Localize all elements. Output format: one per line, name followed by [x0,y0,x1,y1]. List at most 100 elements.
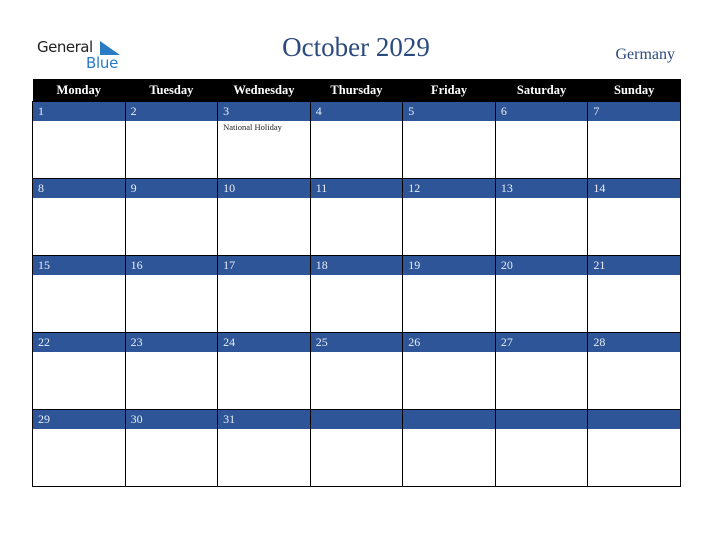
day-number [403,410,495,429]
day-cell[interactable]: 31 [217,409,311,487]
day-cell[interactable]: 13 [494,178,589,256]
day-cell[interactable]: 12 [402,178,496,256]
holiday-label [218,275,310,276]
holiday-label [588,121,680,122]
day-cell[interactable]: 18 [309,255,404,333]
day-number [588,410,680,429]
day-cell[interactable]: 2 [124,101,219,179]
day-number: 15 [33,256,125,275]
day-number: 6 [495,102,588,121]
weekday-header: Monday [32,79,126,102]
calendar-title: October 2029 [282,32,430,62]
holiday-label [311,198,403,199]
holiday-label [311,429,403,430]
day-cell[interactable]: 19 [402,255,496,333]
day-cell[interactable]: 11 [309,178,404,256]
day-cell[interactable]: 21 [587,255,681,333]
day-cell[interactable]: 22 [32,332,126,410]
holiday-label [588,198,680,199]
day-number: 19 [403,256,495,275]
day-cell[interactable]: 24 [217,332,311,410]
week-row: 22 23 24 25 26 27 28 [32,332,681,410]
day-cell[interactable]: 23 [124,332,219,410]
weekday-header: Thursday [310,79,403,102]
day-cell[interactable]: 20 [494,255,589,333]
day-cell[interactable]: 17 [217,255,311,333]
holiday-label [126,121,218,122]
day-number: 13 [495,179,588,198]
day-cell[interactable]: 7 [587,101,681,179]
holiday-label [218,352,310,353]
day-number: 18 [310,256,403,275]
holiday-label: National Holiday [223,122,282,132]
holiday-label [403,198,495,199]
weekday-header: Friday [402,79,496,102]
week-row: 15 16 17 18 19 20 21 [32,255,681,333]
week-row: 29 30 31 [32,409,681,487]
day-cell[interactable]: 15 [32,255,126,333]
day-cell[interactable]: 9 [124,178,219,256]
day-cell[interactable]: 30 [124,409,219,487]
day-number: 20 [495,256,588,275]
holiday-label [496,121,588,122]
holiday-label [33,121,125,122]
day-cell[interactable]: 25 [309,332,404,410]
holiday-label [218,429,310,430]
holiday-label [588,352,680,353]
day-number: 11 [310,179,403,198]
weekday-header: Wednesday [217,79,311,102]
day-cell[interactable] [402,409,496,487]
day-cell[interactable]: 4 [309,101,404,179]
holiday-label [403,429,495,430]
day-number: 22 [33,333,125,352]
weekday-header: Tuesday [125,79,218,102]
holiday-label [33,198,125,199]
holiday-label [33,352,125,353]
day-cell[interactable] [494,409,589,487]
holiday-label [588,275,680,276]
day-number: 5 [403,102,495,121]
country-label: Germany [615,46,675,63]
day-cell[interactable] [309,409,404,487]
day-number: 14 [588,179,680,198]
day-cell[interactable]: 6 [494,101,589,179]
day-cell[interactable]: 14 [587,178,681,256]
holiday-label [33,429,125,430]
day-number [310,410,403,429]
holiday-label [403,352,495,353]
day-number: 25 [310,333,403,352]
day-cell[interactable]: 10 [217,178,311,256]
day-number: 24 [218,333,310,352]
week-row: 1 2 3 National Holiday 4 5 6 7 [32,101,681,179]
day-cell[interactable]: 5 [402,101,496,179]
holiday-label [403,275,495,276]
day-number: 3 [218,102,310,121]
day-cell[interactable]: 1 [32,101,126,179]
day-number: 28 [588,333,680,352]
day-cell[interactable]: 3 National Holiday [217,101,311,179]
day-cell[interactable]: 27 [494,332,589,410]
day-number [495,410,588,429]
holiday-label [218,198,310,199]
day-cell[interactable]: 8 [32,178,126,256]
day-number: 31 [218,410,310,429]
day-cell[interactable]: 29 [32,409,126,487]
weekday-header: Sunday [587,79,681,102]
day-cell[interactable]: 26 [402,332,496,410]
holiday-label [311,352,403,353]
holiday-label [496,198,588,199]
day-number: 1 [33,102,125,121]
holiday-label [588,429,680,430]
day-number: 27 [495,333,588,352]
holiday-label [496,352,588,353]
day-number: 8 [33,179,125,198]
holiday-label [33,275,125,276]
day-cell[interactable]: 16 [124,255,219,333]
day-cell[interactable]: 28 [587,332,681,410]
day-number: 17 [218,256,310,275]
day-number: 12 [403,179,495,198]
holiday-label [126,352,218,353]
week-row: 8 9 10 11 12 13 14 [32,178,681,256]
day-number: 29 [33,410,125,429]
day-cell[interactable] [587,409,681,487]
